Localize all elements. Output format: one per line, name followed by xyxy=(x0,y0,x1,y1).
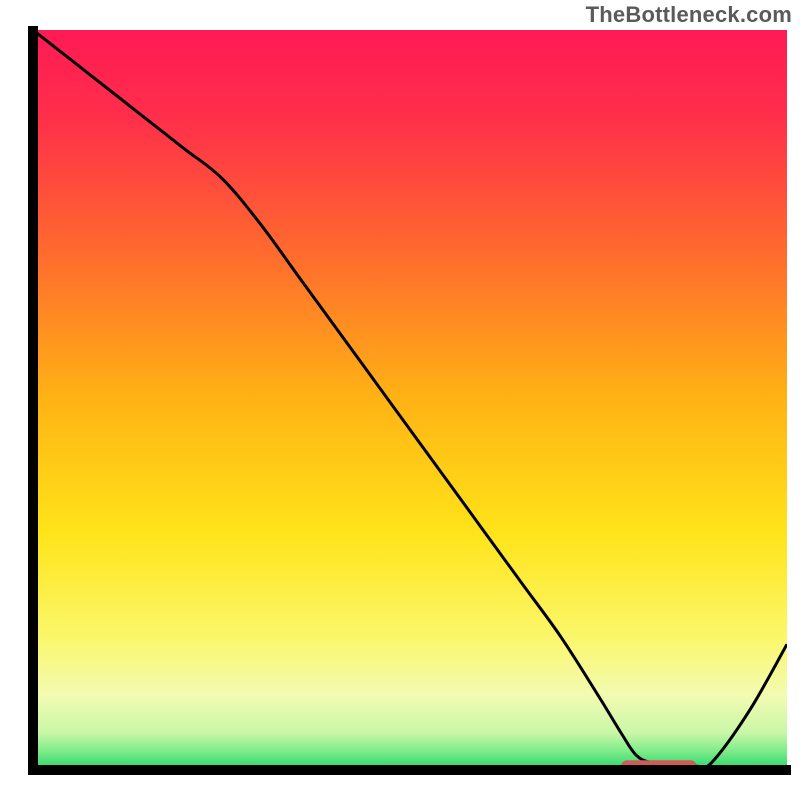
plot-background xyxy=(33,30,787,770)
chart-stage: TheBottleneck.com xyxy=(0,0,800,800)
bottleneck-chart xyxy=(0,0,800,800)
